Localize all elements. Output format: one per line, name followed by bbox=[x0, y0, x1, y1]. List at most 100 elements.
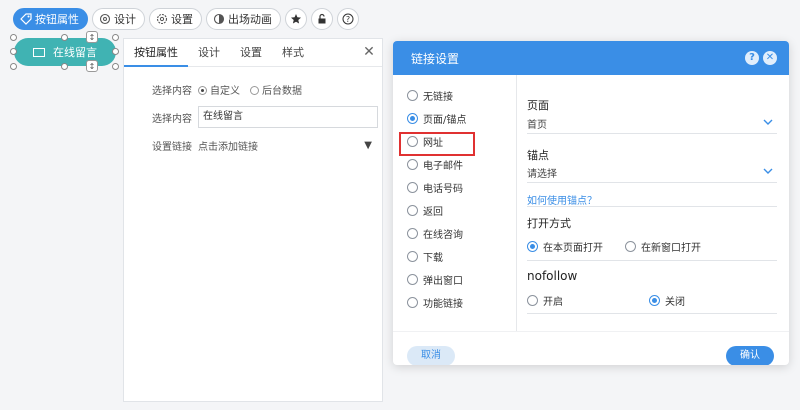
help-icon[interactable]: ? bbox=[745, 51, 759, 65]
link-type-page-anchor[interactable]: 页面/锚点 bbox=[407, 111, 466, 126]
unlock-icon bbox=[318, 13, 326, 24]
content-input[interactable]: 在线留言 bbox=[198, 106, 378, 128]
resize-handle-ml[interactable] bbox=[10, 48, 17, 55]
link-type-label: 功能链接 bbox=[423, 299, 463, 310]
radio-dot bbox=[649, 295, 660, 306]
design-button[interactable]: 设计 bbox=[92, 8, 145, 30]
tab-button-props[interactable]: 按钮属性 bbox=[124, 39, 188, 67]
chevron-down-icon[interactable] bbox=[763, 117, 773, 127]
resize-handle-tc[interactable] bbox=[61, 34, 68, 41]
resize-handle-tl[interactable] bbox=[10, 34, 17, 41]
button-props-label: 按钮属性 bbox=[35, 13, 79, 26]
content-source-row: 选择内容 自定义 后台数据 bbox=[152, 82, 302, 97]
close-icon[interactable]: ✕ bbox=[362, 45, 376, 59]
entrance-animation-label: 出场动画 bbox=[228, 13, 272, 26]
radio-backend[interactable]: 后台数据 bbox=[250, 82, 302, 97]
divider bbox=[527, 260, 777, 261]
dialog-title: 链接设置 bbox=[411, 51, 460, 66]
resize-handle-tr[interactable] bbox=[112, 34, 119, 41]
link-type-label: 电子邮件 bbox=[423, 161, 463, 172]
link-type-label: 无链接 bbox=[423, 92, 453, 103]
link-type-url[interactable]: 网址 bbox=[407, 134, 443, 149]
link-type-list: 无链接 页面/锚点 网址 电子邮件 电话号码 返回 在线咨询 下载 弹出窗口 功… bbox=[393, 75, 517, 331]
content-source-label: 选择内容 bbox=[152, 86, 192, 97]
link-row: 设置链接 点击添加链接 ▼ bbox=[152, 138, 372, 153]
open-current-label: 在本页面打开 bbox=[543, 243, 603, 254]
divider bbox=[527, 182, 777, 183]
radio-dot bbox=[527, 241, 538, 252]
link-type-popup[interactable]: 弹出窗口 bbox=[407, 272, 463, 287]
radio-dot bbox=[407, 228, 418, 239]
settings-label: 设置 bbox=[171, 13, 193, 26]
open-current-option[interactable]: 在本页面打开 bbox=[527, 239, 603, 254]
cancel-button[interactable]: 取消 bbox=[407, 346, 455, 365]
link-type-email[interactable]: 电子邮件 bbox=[407, 157, 463, 172]
link-type-label: 弹出窗口 bbox=[423, 276, 463, 287]
close-icon[interactable]: ✕ bbox=[763, 51, 777, 65]
radio-backend-label: 后台数据 bbox=[262, 86, 302, 97]
resize-handle-mr[interactable] bbox=[112, 48, 119, 55]
link-type-label: 网址 bbox=[423, 138, 443, 149]
lock-button[interactable] bbox=[311, 8, 333, 30]
radio-custom[interactable]: 自定义 bbox=[198, 82, 240, 97]
anchor-select-value[interactable]: 请选择 bbox=[527, 165, 557, 180]
resize-handle-br[interactable] bbox=[112, 63, 119, 70]
link-type-function[interactable]: 功能链接 bbox=[407, 295, 463, 310]
entrance-animation-button[interactable]: 出场动画 bbox=[206, 8, 281, 30]
link-type-label: 页面/锚点 bbox=[423, 115, 467, 126]
chevron-down-icon[interactable] bbox=[763, 166, 773, 176]
radio-custom-dot bbox=[198, 86, 207, 95]
mail-icon bbox=[33, 47, 45, 57]
radio-dot bbox=[407, 251, 418, 262]
radio-dot bbox=[407, 159, 418, 170]
link-type-label: 下载 bbox=[423, 253, 443, 264]
tab-design[interactable]: 设计 bbox=[188, 39, 230, 67]
open-new-option[interactable]: 在新窗口打开 bbox=[625, 239, 701, 254]
button-props-button[interactable]: 按钮属性 bbox=[13, 8, 88, 30]
settings-button[interactable]: 设置 bbox=[149, 8, 202, 30]
nofollow-off-option[interactable]: 关闭 bbox=[649, 293, 685, 308]
dropdown-arrow-icon[interactable]: ▼ bbox=[364, 140, 372, 151]
radio-dot bbox=[527, 295, 538, 306]
help-button[interactable]: ? bbox=[337, 8, 359, 30]
link-type-online-consult[interactable]: 在线咨询 bbox=[407, 226, 463, 241]
widget-label: 在线留言 bbox=[53, 46, 97, 59]
link-settings-dialog: 链接设置 ? ✕ 无链接 页面/锚点 网址 电子邮件 电话号码 返回 在线咨询 … bbox=[393, 41, 789, 365]
divider bbox=[527, 313, 777, 314]
tab-style[interactable]: 样式 bbox=[272, 39, 314, 67]
radio-dot bbox=[625, 241, 636, 252]
favorite-button[interactable] bbox=[285, 8, 307, 30]
resize-handle-bc[interactable] bbox=[61, 63, 68, 70]
link-type-phone[interactable]: 电话号码 bbox=[407, 180, 463, 195]
confirm-button[interactable]: 确认 bbox=[726, 346, 774, 365]
footer-divider bbox=[393, 331, 789, 332]
page-select-value[interactable]: 首页 bbox=[527, 116, 547, 131]
radio-dot bbox=[407, 205, 418, 216]
tag-icon bbox=[20, 13, 32, 25]
radio-dot bbox=[407, 274, 418, 285]
link-type-back[interactable]: 返回 bbox=[407, 203, 443, 218]
star-icon bbox=[291, 14, 301, 24]
content-label: 选择内容 bbox=[152, 113, 192, 125]
open-mode-label: 打开方式 bbox=[527, 217, 571, 230]
radio-dot bbox=[407, 113, 418, 124]
add-link-trigger[interactable]: 点击添加链接 bbox=[198, 138, 364, 153]
resize-handle-bl[interactable] bbox=[10, 63, 17, 70]
move-handle-bottom[interactable]: ↕ bbox=[86, 60, 98, 72]
dialog-header: 链接设置 ? ✕ bbox=[393, 41, 789, 75]
divider bbox=[527, 206, 777, 207]
link-type-label: 电话号码 bbox=[423, 184, 463, 195]
link-type-label: 在线咨询 bbox=[423, 230, 463, 241]
design-label: 设计 bbox=[114, 13, 136, 26]
animation-icon bbox=[213, 13, 225, 25]
link-type-download[interactable]: 下载 bbox=[407, 249, 443, 264]
radio-dot bbox=[407, 297, 418, 308]
anchor-help-link[interactable]: 如何使用锚点？ bbox=[527, 192, 597, 207]
online-message-widget[interactable]: 在线留言 bbox=[14, 38, 116, 66]
link-type-none[interactable]: 无链接 bbox=[407, 88, 453, 103]
radio-backend-dot bbox=[250, 86, 259, 95]
move-handle-top[interactable]: ↕ bbox=[86, 31, 98, 43]
radio-dot bbox=[407, 136, 418, 147]
tab-settings[interactable]: 设置 bbox=[230, 39, 272, 67]
nofollow-on-option[interactable]: 开启 bbox=[527, 293, 563, 308]
